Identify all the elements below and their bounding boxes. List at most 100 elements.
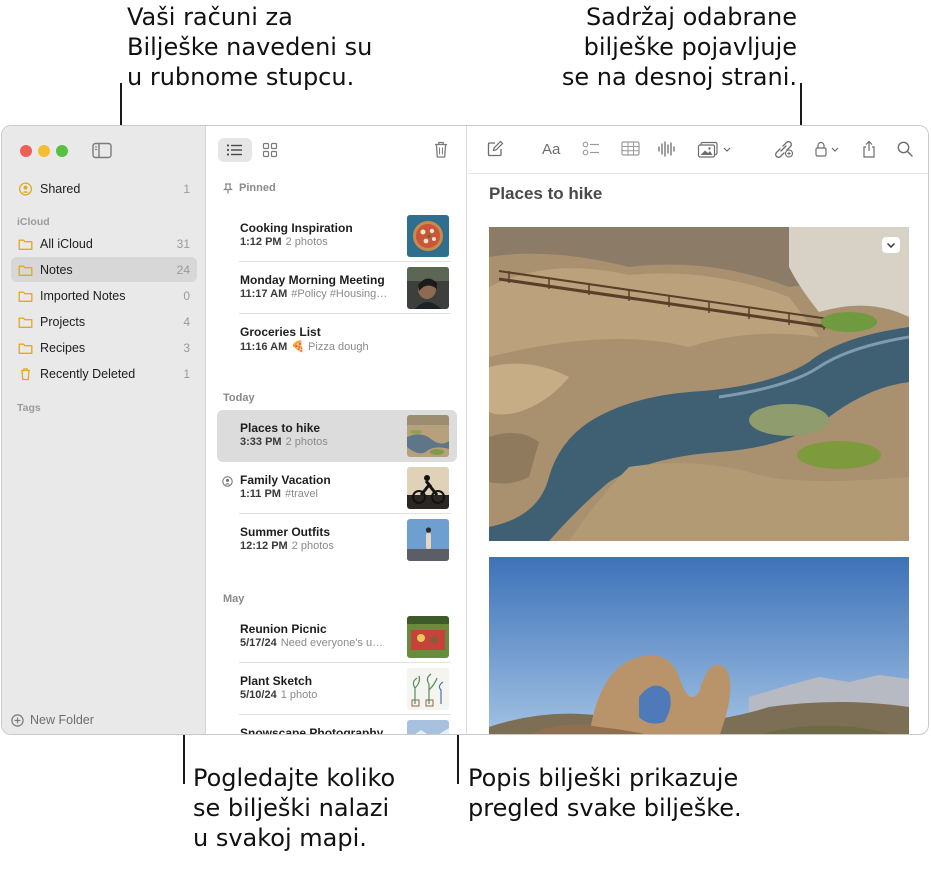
pin-icon bbox=[223, 182, 233, 193]
gallery-view-icon[interactable] bbox=[262, 142, 278, 158]
note-item[interactable]: Plant Sketch 5/10/24 1 photo bbox=[217, 663, 457, 715]
group-header-today: Today bbox=[223, 392, 255, 404]
note-item[interactable]: Snowscape Photography bbox=[217, 715, 457, 735]
note-subtitle: Need everyone's u… bbox=[280, 637, 384, 649]
folder-icon bbox=[18, 265, 33, 276]
media-menu-icon[interactable] bbox=[697, 140, 735, 158]
note-time: 1:12 PM bbox=[240, 236, 282, 248]
photo-options-chevron-icon[interactable] bbox=[882, 237, 900, 253]
callout-line: Popis bilješki prikazuje bbox=[468, 764, 739, 792]
sidebar-toggle-icon[interactable] bbox=[92, 142, 112, 159]
sidebar-item-label: Recipes bbox=[40, 340, 86, 355]
sidebar-item-notes[interactable]: Notes 24 bbox=[11, 257, 197, 282]
sidebar-item-label: Imported Notes bbox=[40, 288, 126, 303]
minimize-button[interactable] bbox=[38, 145, 50, 157]
sidebar-item-count: 3 bbox=[183, 340, 190, 355]
list-view-button[interactable] bbox=[218, 138, 252, 162]
sidebar-item-count: 0 bbox=[183, 288, 190, 303]
close-button[interactable] bbox=[20, 145, 32, 157]
share-icon[interactable] bbox=[861, 140, 877, 159]
callout-note-list: Popis bilješki prikazuje pregled svake b… bbox=[468, 763, 742, 823]
callout-line: u rubnome stupcu. bbox=[127, 63, 355, 91]
sidebar: Shared 1 iCloud All iCloud 31 Notes 24 I… bbox=[2, 126, 206, 734]
shared-person-icon bbox=[18, 181, 33, 196]
note-title: Places to hike bbox=[240, 421, 321, 435]
sidebar-item-imported-notes[interactable]: Imported Notes 0 bbox=[11, 283, 197, 308]
note-time: 11:16 AM bbox=[240, 341, 288, 353]
note-meta: 11:16 AM 🍕 Pizza dough bbox=[240, 340, 400, 353]
note-item[interactable]: Reunion Picnic 5/17/24 Need everyone's u… bbox=[217, 611, 457, 663]
tags-header: Tags bbox=[17, 402, 41, 414]
note-item-selected[interactable]: Places to hike 3:33 PM 2 photos bbox=[217, 410, 457, 462]
notes-window: Shared 1 iCloud All iCloud 31 Notes 24 I… bbox=[1, 125, 929, 735]
callout-note-content: Sadržaj odabrane bilješke pojavljuje se … bbox=[530, 2, 797, 92]
new-folder-label: New Folder bbox=[30, 713, 94, 727]
note-subtitle: 2 photos bbox=[291, 540, 334, 552]
note-meta: 5/17/24 Need everyone's u… bbox=[240, 637, 400, 649]
note-subtitle: 1 photo bbox=[280, 689, 318, 701]
note-subtitle: 2 photos bbox=[285, 436, 328, 448]
note-item[interactable]: Monday Morning Meeting 11:17 AM #Policy #… bbox=[217, 262, 457, 314]
new-folder-button[interactable]: New Folder bbox=[11, 713, 94, 727]
thumbnail-cyclist bbox=[407, 467, 449, 509]
note-title: Monday Morning Meeting bbox=[240, 273, 385, 287]
thumbnail-sketch bbox=[407, 668, 449, 710]
callout-line: se bilješki nalazi bbox=[193, 794, 390, 822]
note-title: Groceries List bbox=[240, 325, 321, 339]
note-title: Cooking Inspiration bbox=[240, 221, 353, 235]
note-time: 12:12 PM bbox=[240, 540, 288, 552]
note-item[interactable]: Cooking Inspiration 1:12 PM 2 photos bbox=[217, 210, 457, 262]
checklist-icon[interactable] bbox=[582, 140, 601, 158]
sidebar-item-count: 1 bbox=[183, 181, 190, 196]
zoom-button[interactable] bbox=[56, 145, 68, 157]
note-subtitle: #Policy #Housing… bbox=[291, 288, 388, 300]
thumbnail-river bbox=[407, 415, 449, 457]
note-time: 1:11 PM bbox=[240, 488, 281, 500]
delete-note-icon[interactable] bbox=[433, 140, 449, 159]
folder-icon bbox=[18, 291, 33, 302]
lock-menu-icon[interactable] bbox=[813, 140, 843, 158]
sidebar-item-recently-deleted[interactable]: Recently Deleted 1 bbox=[11, 361, 197, 386]
note-item[interactable]: Groceries List 11:16 AM 🍕 Pizza dough bbox=[217, 314, 457, 366]
note-meta: 5/10/24 1 photo bbox=[240, 689, 400, 701]
audio-waveform-icon[interactable] bbox=[657, 140, 675, 158]
thumbnail-picnic bbox=[407, 616, 449, 658]
note-title: Reunion Picnic bbox=[240, 622, 327, 636]
collaborate-icon[interactable] bbox=[774, 140, 794, 158]
note-time: 11:17 AM bbox=[240, 288, 288, 300]
note-subtitle: 🍕 Pizza dough bbox=[291, 341, 369, 353]
callout-line: u svakoj mapi. bbox=[193, 824, 367, 852]
note-time: 5/10/24 bbox=[240, 689, 277, 701]
sidebar-item-label: Recently Deleted bbox=[40, 366, 136, 381]
callout-line: bilješke pojavljuje bbox=[583, 33, 797, 61]
note-item[interactable]: Summer Outfits 12:12 PM 2 photos bbox=[217, 514, 457, 566]
sidebar-item-recipes[interactable]: Recipes 3 bbox=[11, 335, 197, 360]
list-icon bbox=[226, 144, 242, 156]
group-header-pinned: Pinned bbox=[223, 182, 276, 194]
format-button[interactable]: Aa bbox=[542, 141, 560, 158]
sidebar-item-count: 4 bbox=[183, 314, 190, 329]
note-title: Snowscape Photography bbox=[240, 726, 384, 735]
note-meta: 1:12 PM 2 photos bbox=[240, 236, 400, 248]
note-list: Pinned Cooking Inspiration 1:12 PM 2 phot… bbox=[207, 126, 467, 735]
callout-folder-counts: Pogledajte koliko se bilješki nalazi u s… bbox=[193, 763, 395, 853]
sidebar-item-projects[interactable]: Projects 4 bbox=[11, 309, 197, 334]
sidebar-item-all-icloud[interactable]: All iCloud 31 bbox=[11, 231, 197, 256]
note-meta: 3:33 PM 2 photos bbox=[240, 436, 400, 448]
note-time: 5/17/24 bbox=[240, 637, 277, 649]
sidebar-item-label: Shared bbox=[40, 181, 81, 196]
add-circle-icon bbox=[11, 713, 24, 727]
table-icon[interactable] bbox=[621, 140, 640, 157]
account-header: iCloud bbox=[17, 216, 50, 228]
folder-icon bbox=[18, 239, 33, 250]
note-title-heading: Places to hike bbox=[489, 184, 603, 203]
search-icon[interactable] bbox=[896, 140, 914, 158]
callout-line: se na desnoj strani. bbox=[561, 63, 797, 91]
sidebar-item-shared[interactable]: Shared 1 bbox=[11, 176, 197, 201]
thumbnail-sky-person bbox=[407, 519, 449, 561]
note-item[interactable]: Family Vacation 1:11 PM #travel bbox=[217, 462, 457, 514]
sidebar-item-label: All iCloud bbox=[40, 236, 93, 251]
note-subtitle: #travel bbox=[284, 488, 318, 500]
compose-icon[interactable] bbox=[486, 140, 504, 158]
callout-line: pregled svake bilješke. bbox=[468, 794, 742, 822]
